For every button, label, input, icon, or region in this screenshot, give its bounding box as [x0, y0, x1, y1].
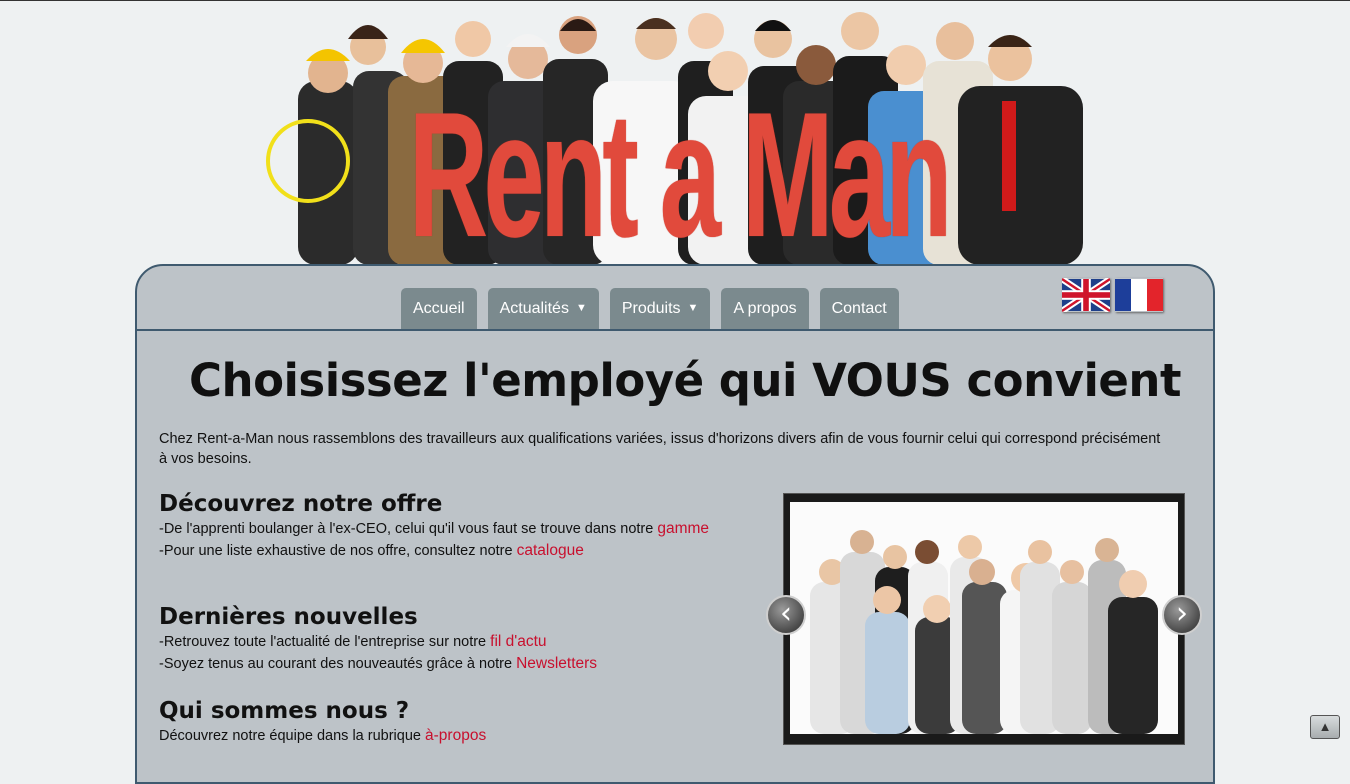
image-slider: ‹ › [766, 493, 1202, 745]
slider-prev-button[interactable]: ‹ [766, 595, 806, 635]
line-text: -Retrouvez toute l'actualité de l'entrep… [159, 634, 487, 650]
uk-flag-icon[interactable] [1062, 278, 1110, 312]
brand-title: Rent a Man [408, 75, 953, 265]
section-nouvelles: Dernières nouvelles -Retrouvez toute l'a… [159, 603, 719, 675]
tab-contact[interactable]: Contact [819, 288, 899, 329]
a-propos-link[interactable]: à-propos [425, 727, 486, 744]
section-title: Découvrez notre offre [159, 491, 443, 517]
tab-label: Produits [621, 300, 681, 317]
line-text: -Soyez tenus au courant des nouveautés g… [159, 656, 513, 672]
tab-label: Actualités [499, 300, 569, 317]
newsletters-link[interactable]: Newsletters [516, 655, 597, 672]
tab-produits[interactable]: Produits ▼ [609, 288, 711, 329]
section-line: -Pour une liste exhaustive de nos offre,… [159, 540, 719, 562]
section-line: -Soyez tenus au courant des nouveautés g… [159, 653, 719, 675]
section-qui-sommes-nous: Qui sommes nous ? Découvrez notre équipe… [159, 697, 719, 747]
section-line: Découvrez notre équipe dans la rubrique … [159, 725, 719, 747]
main-panel: Accueil Actualités ▼ Produits ▼ A propos… [135, 264, 1215, 784]
tab-a-propos[interactable]: A propos [721, 288, 809, 329]
section-line: -De l'apprenti boulanger à l'ex-CEO, cel… [159, 518, 719, 540]
tab-label: Accueil [413, 300, 465, 317]
team-photo [790, 502, 1178, 734]
header-banner: Rent a Man [248, 1, 1093, 265]
dropdown-arrow-icon: ▼ [687, 302, 699, 314]
france-flag-icon[interactable] [1115, 278, 1163, 312]
line-text: -Pour une liste exhaustive de nos offre,… [159, 543, 513, 559]
slider-next-button[interactable]: › [1162, 595, 1202, 635]
tab-label: Contact [831, 300, 887, 317]
nav-tabs: Accueil Actualités ▼ Produits ▼ A propos… [401, 288, 899, 329]
back-to-top-button[interactable]: ▲ [1310, 715, 1340, 739]
fil-actu-link[interactable]: fil d'actu [490, 633, 546, 650]
gamme-link[interactable]: gamme [657, 520, 709, 537]
tab-actualites[interactable]: Actualités ▼ [487, 288, 599, 329]
tab-accueil[interactable]: Accueil [401, 288, 477, 329]
page-headline: Choisissez l'employé qui VOUS convient [189, 354, 1181, 407]
section-line: -Retrouvez toute l'actualité de l'entrep… [159, 631, 719, 653]
section-title: Dernières nouvelles [159, 604, 418, 630]
main-nav: Accueil Actualités ▼ Produits ▼ A propos… [137, 266, 1213, 331]
dropdown-arrow-icon: ▼ [575, 302, 587, 314]
catalogue-link[interactable]: catalogue [517, 542, 584, 559]
section-offre: Découvrez notre offre -De l'apprenti bou… [159, 490, 719, 562]
line-text: -De l'apprenti boulanger à l'ex-CEO, cel… [159, 521, 654, 537]
language-switcher [1062, 278, 1163, 312]
slide-image [790, 502, 1178, 734]
section-title: Qui sommes nous ? [159, 698, 410, 724]
tab-label: A propos [733, 300, 797, 317]
intro-text: Chez Rent-a-Man nous rassemblons des tra… [159, 431, 1161, 467]
line-text: Découvrez notre équipe dans la rubrique [159, 728, 421, 744]
